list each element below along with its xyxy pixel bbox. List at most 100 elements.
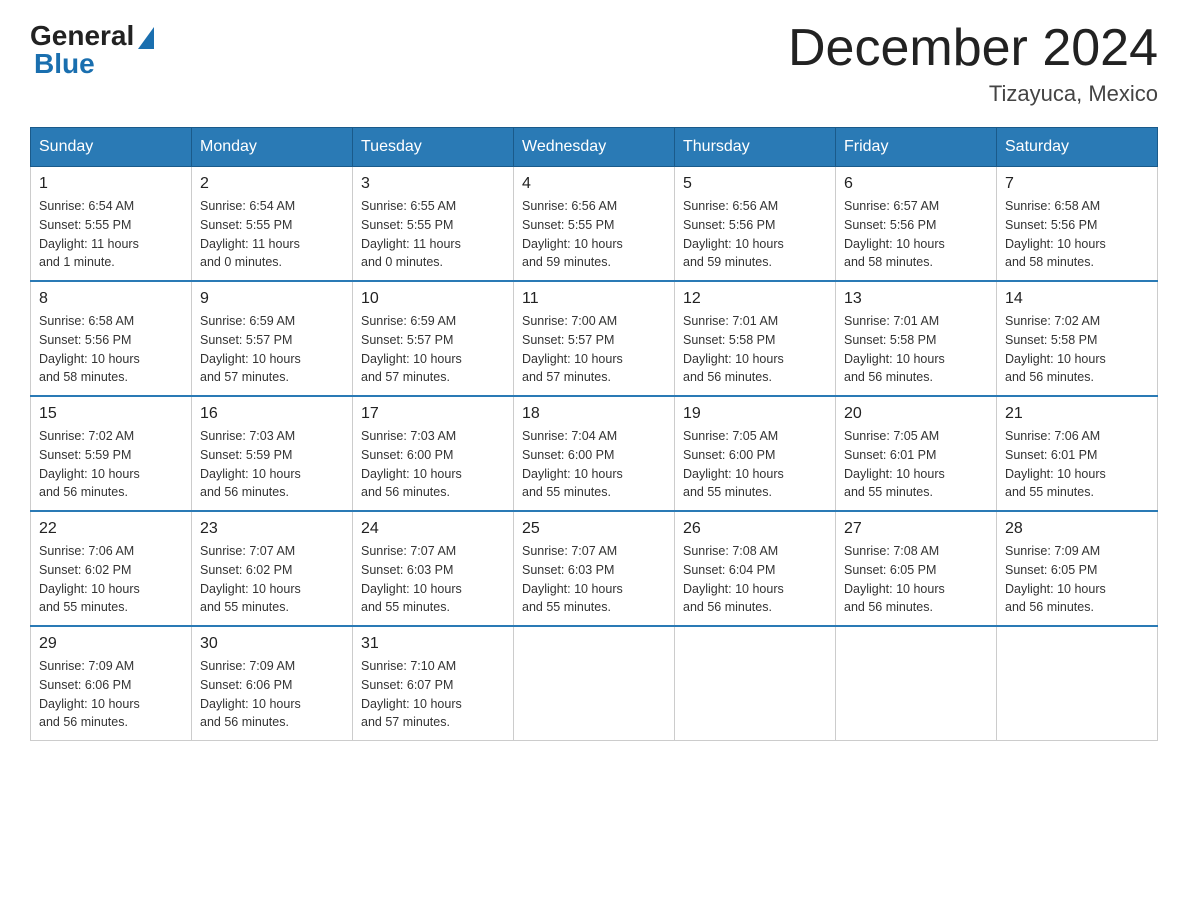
- calendar-cell: 5Sunrise: 6:56 AMSunset: 5:56 PMDaylight…: [675, 167, 836, 282]
- day-info: Sunrise: 7:10 AMSunset: 6:07 PMDaylight:…: [361, 657, 505, 732]
- day-info: Sunrise: 7:07 AMSunset: 6:03 PMDaylight:…: [361, 542, 505, 617]
- day-info: Sunrise: 7:05 AMSunset: 6:00 PMDaylight:…: [683, 427, 827, 502]
- location: Tizayuca, Mexico: [788, 81, 1158, 107]
- day-info: Sunrise: 7:06 AMSunset: 6:01 PMDaylight:…: [1005, 427, 1149, 502]
- calendar-cell: 17 Sunrise: 7:03 AMSunset: 6:00 PMDayligh…: [353, 396, 514, 511]
- calendar-cell: 24 Sunrise: 7:07 AMSunset: 6:03 PMDayligh…: [353, 511, 514, 626]
- logo: General Blue: [30, 20, 154, 80]
- day-info: Sunrise: 6:56 AMSunset: 5:56 PMDaylight:…: [683, 197, 827, 272]
- calendar-cell: [997, 626, 1158, 741]
- day-number: 25: [522, 520, 666, 538]
- title-section: December 2024 Tizayuca, Mexico: [788, 20, 1158, 107]
- calendar-cell: 31 Sunrise: 7:10 AMSunset: 6:07 PMDayligh…: [353, 626, 514, 741]
- day-number: 23: [200, 520, 344, 538]
- page-header: General Blue December 2024 Tizayuca, Mex…: [30, 20, 1158, 107]
- calendar-cell: 29Sunrise: 7:09 AMSunset: 6:06 PMDayligh…: [31, 626, 192, 741]
- day-number: 4: [522, 175, 666, 193]
- calendar-week-3: 15Sunrise: 7:02 AMSunset: 5:59 PMDayligh…: [31, 396, 1158, 511]
- day-info: Sunrise: 7:09 AMSunset: 6:05 PMDaylight:…: [1005, 542, 1149, 617]
- day-number: 13: [844, 290, 988, 308]
- header-monday: Monday: [192, 128, 353, 167]
- calendar-cell: 20 Sunrise: 7:05 AMSunset: 6:01 PMDayligh…: [836, 396, 997, 511]
- logo-triangle-icon: [138, 27, 154, 49]
- day-number: 22: [39, 520, 183, 538]
- day-number: 27: [844, 520, 988, 538]
- day-number: 17: [361, 405, 505, 423]
- calendar-cell: 11 Sunrise: 7:00 AMSunset: 5:57 PMDayligh…: [514, 281, 675, 396]
- calendar-cell: 2 Sunrise: 6:54 AMSunset: 5:55 PMDaylight…: [192, 167, 353, 282]
- calendar-cell: [836, 626, 997, 741]
- day-number: 18: [522, 405, 666, 423]
- day-info: Sunrise: 7:09 AMSunset: 6:06 PMDaylight:…: [200, 657, 344, 732]
- day-number: 31: [361, 635, 505, 653]
- day-number: 11: [522, 290, 666, 308]
- day-info: Sunrise: 7:03 AMSunset: 6:00 PMDaylight:…: [361, 427, 505, 502]
- day-number: 2: [200, 175, 344, 193]
- calendar-cell: 13Sunrise: 7:01 AMSunset: 5:58 PMDayligh…: [836, 281, 997, 396]
- day-number: 26: [683, 520, 827, 538]
- header-sunday: Sunday: [31, 128, 192, 167]
- day-info: Sunrise: 7:01 AMSunset: 5:58 PMDaylight:…: [683, 312, 827, 387]
- day-info: Sunrise: 7:03 AMSunset: 5:59 PMDaylight:…: [200, 427, 344, 502]
- calendar-header-row: SundayMondayTuesdayWednesdayThursdayFrid…: [31, 128, 1158, 167]
- calendar-cell: [675, 626, 836, 741]
- day-info: Sunrise: 7:07 AMSunset: 6:02 PMDaylight:…: [200, 542, 344, 617]
- header-tuesday: Tuesday: [353, 128, 514, 167]
- header-wednesday: Wednesday: [514, 128, 675, 167]
- calendar-cell: 30 Sunrise: 7:09 AMSunset: 6:06 PMDayligh…: [192, 626, 353, 741]
- day-number: 10: [361, 290, 505, 308]
- calendar-cell: 4 Sunrise: 6:56 AMSunset: 5:55 PMDaylight…: [514, 167, 675, 282]
- calendar-cell: 18 Sunrise: 7:04 AMSunset: 6:00 PMDayligh…: [514, 396, 675, 511]
- day-number: 28: [1005, 520, 1149, 538]
- calendar-cell: 26 Sunrise: 7:08 AMSunset: 6:04 PMDayligh…: [675, 511, 836, 626]
- header-friday: Friday: [836, 128, 997, 167]
- calendar-cell: [514, 626, 675, 741]
- day-number: 19: [683, 405, 827, 423]
- logo-blue-text: Blue: [34, 48, 95, 80]
- calendar-cell: 6Sunrise: 6:57 AMSunset: 5:56 PMDaylight…: [836, 167, 997, 282]
- calendar-cell: 7Sunrise: 6:58 AMSunset: 5:56 PMDaylight…: [997, 167, 1158, 282]
- day-number: 3: [361, 175, 505, 193]
- day-info: Sunrise: 7:02 AMSunset: 5:59 PMDaylight:…: [39, 427, 183, 502]
- day-info: Sunrise: 7:05 AMSunset: 6:01 PMDaylight:…: [844, 427, 988, 502]
- day-info: Sunrise: 6:56 AMSunset: 5:55 PMDaylight:…: [522, 197, 666, 272]
- day-info: Sunrise: 7:08 AMSunset: 6:05 PMDaylight:…: [844, 542, 988, 617]
- day-number: 12: [683, 290, 827, 308]
- calendar-cell: 19 Sunrise: 7:05 AMSunset: 6:00 PMDayligh…: [675, 396, 836, 511]
- calendar-cell: 8Sunrise: 6:58 AMSunset: 5:56 PMDaylight…: [31, 281, 192, 396]
- calendar-cell: 28 Sunrise: 7:09 AMSunset: 6:05 PMDayligh…: [997, 511, 1158, 626]
- day-info: Sunrise: 6:58 AMSunset: 5:56 PMDaylight:…: [1005, 197, 1149, 272]
- day-info: Sunrise: 7:02 AMSunset: 5:58 PMDaylight:…: [1005, 312, 1149, 387]
- day-number: 6: [844, 175, 988, 193]
- day-info: Sunrise: 6:54 AMSunset: 5:55 PMDaylight:…: [39, 197, 183, 272]
- day-info: Sunrise: 6:59 AMSunset: 5:57 PMDaylight:…: [200, 312, 344, 387]
- calendar-cell: 9Sunrise: 6:59 AMSunset: 5:57 PMDaylight…: [192, 281, 353, 396]
- day-number: 20: [844, 405, 988, 423]
- day-info: Sunrise: 7:00 AMSunset: 5:57 PMDaylight:…: [522, 312, 666, 387]
- calendar-cell: 3Sunrise: 6:55 AMSunset: 5:55 PMDaylight…: [353, 167, 514, 282]
- day-info: Sunrise: 7:04 AMSunset: 6:00 PMDaylight:…: [522, 427, 666, 502]
- header-thursday: Thursday: [675, 128, 836, 167]
- day-number: 30: [200, 635, 344, 653]
- day-info: Sunrise: 6:54 AMSunset: 5:55 PMDaylight:…: [200, 197, 344, 272]
- day-info: Sunrise: 7:08 AMSunset: 6:04 PMDaylight:…: [683, 542, 827, 617]
- calendar-table: SundayMondayTuesdayWednesdayThursdayFrid…: [30, 127, 1158, 741]
- calendar-week-2: 8Sunrise: 6:58 AMSunset: 5:56 PMDaylight…: [31, 281, 1158, 396]
- calendar-cell: 22 Sunrise: 7:06 AMSunset: 6:02 PMDayligh…: [31, 511, 192, 626]
- day-info: Sunrise: 7:06 AMSunset: 6:02 PMDaylight:…: [39, 542, 183, 617]
- day-number: 1: [39, 175, 183, 193]
- day-number: 16: [200, 405, 344, 423]
- day-number: 29: [39, 635, 183, 653]
- calendar-cell: 23 Sunrise: 7:07 AMSunset: 6:02 PMDayligh…: [192, 511, 353, 626]
- calendar-cell: 25 Sunrise: 7:07 AMSunset: 6:03 PMDayligh…: [514, 511, 675, 626]
- calendar-week-1: 1 Sunrise: 6:54 AMSunset: 5:55 PMDaylight…: [31, 167, 1158, 282]
- calendar-cell: 1 Sunrise: 6:54 AMSunset: 5:55 PMDaylight…: [31, 167, 192, 282]
- header-saturday: Saturday: [997, 128, 1158, 167]
- calendar-cell: 16 Sunrise: 7:03 AMSunset: 5:59 PMDayligh…: [192, 396, 353, 511]
- day-number: 24: [361, 520, 505, 538]
- calendar-cell: 10Sunrise: 6:59 AMSunset: 5:57 PMDayligh…: [353, 281, 514, 396]
- day-number: 21: [1005, 405, 1149, 423]
- calendar-week-4: 22 Sunrise: 7:06 AMSunset: 6:02 PMDayligh…: [31, 511, 1158, 626]
- day-info: Sunrise: 7:07 AMSunset: 6:03 PMDaylight:…: [522, 542, 666, 617]
- day-number: 8: [39, 290, 183, 308]
